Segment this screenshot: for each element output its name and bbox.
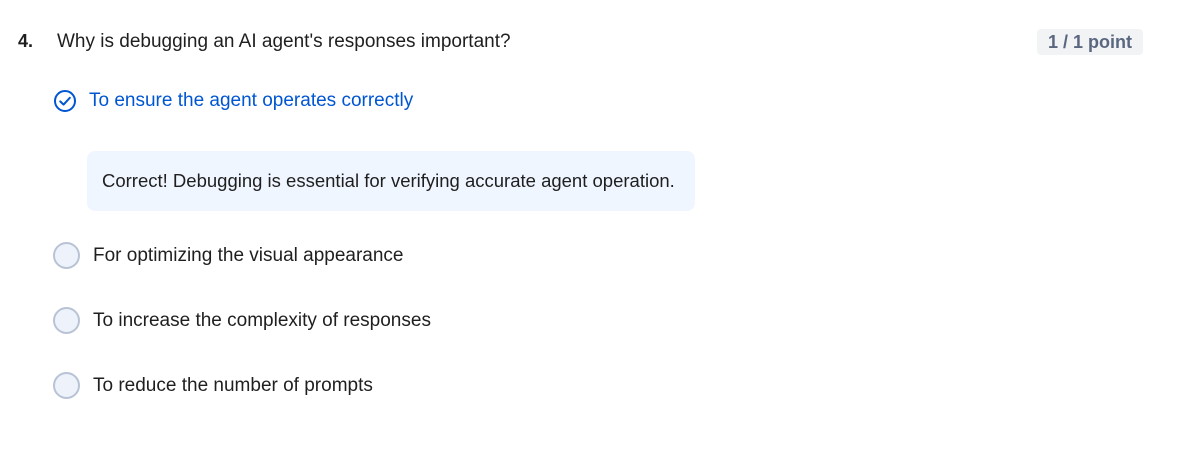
answer-option-label: To increase the complexity of responses	[93, 309, 431, 331]
feedback-text: Correct! Debugging is essential for veri…	[102, 170, 675, 191]
answer-option[interactable]: To reduce the number of prompts	[53, 372, 373, 399]
answer-option-label: For optimizing the visual appearance	[93, 244, 404, 266]
question-number: 4.	[18, 31, 34, 51]
feedback-box: Correct! Debugging is essential for veri…	[87, 151, 695, 211]
answer-option-label: To reduce the number of prompts	[93, 374, 373, 396]
check-circle-icon	[54, 90, 76, 112]
answer-option-label: To ensure the agent operates correctly	[89, 90, 414, 111]
score-badge: 1 / 1 point	[1037, 29, 1144, 55]
answer-option[interactable]: To increase the complexity of responses	[53, 307, 431, 334]
answer-option[interactable]: For optimizing the visual appearance	[53, 242, 404, 269]
radio-unselected-icon	[53, 372, 80, 399]
radio-unselected-icon	[53, 307, 80, 334]
question-text: Why is debugging an AI agent's responses…	[57, 31, 511, 52]
radio-unselected-icon	[53, 242, 80, 269]
answer-option-selected[interactable]: To ensure the agent operates correctly	[53, 89, 413, 113]
